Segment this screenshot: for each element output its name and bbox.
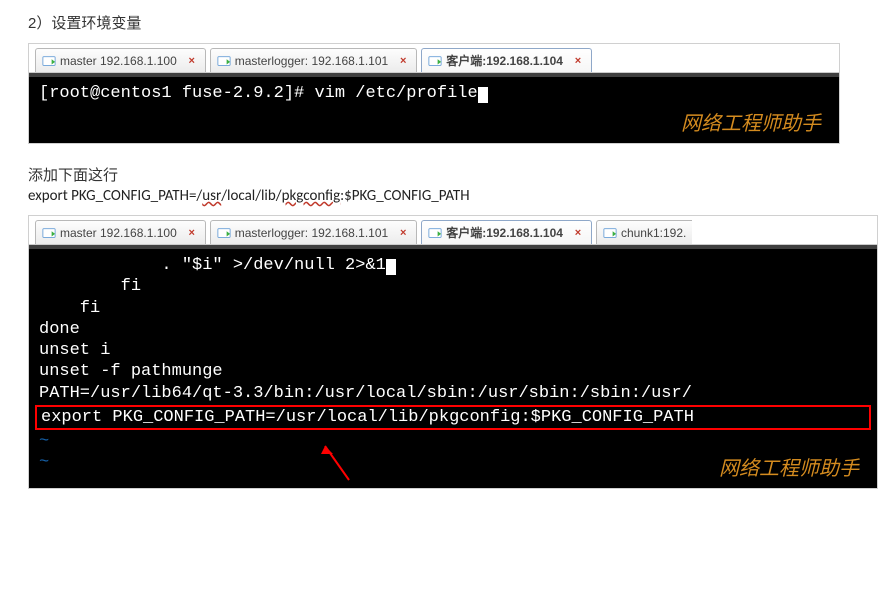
tab-label: 客户端:192.168.1.104: [446, 224, 563, 241]
code-seg: :$PKG_CONFIG_PATH: [340, 187, 469, 205]
terminal-icon: [217, 54, 231, 68]
code-seg: export PKG_CONFIG_PATH=/: [28, 187, 202, 205]
tab-label: master 192.168.1.100: [60, 226, 177, 240]
terminal-line-highlighted: export PKG_CONFIG_PATH=/usr/local/lib/pk…: [41, 407, 865, 428]
terminal-line: unset i: [39, 340, 867, 361]
tab-label: 客户端:192.168.1.104: [446, 52, 563, 69]
terminal-icon: [428, 226, 442, 240]
tab-chunk1[interactable]: chunk1:192.: [596, 220, 692, 244]
code-seg: /local/lib/: [221, 187, 281, 205]
close-icon[interactable]: ×: [185, 54, 199, 68]
terminal-icon: [428, 54, 442, 68]
highlight-annotation: export PKG_CONFIG_PATH=/usr/local/lib/pk…: [35, 405, 871, 430]
watermark-text: 网络工程师助手: [681, 112, 821, 137]
shell-prompt-text: [root@centos1 fuse-2.9.2]# vim /etc/prof…: [39, 84, 478, 103]
tab-label: chunk1:192.: [621, 226, 686, 240]
tab-label: master 192.168.1.100: [60, 54, 177, 68]
tab-client-active[interactable]: 客户端:192.168.1.104 ×: [421, 220, 592, 244]
tab-master[interactable]: master 192.168.1.100 ×: [35, 48, 206, 72]
instruction-text: 添加下面这行: [28, 164, 860, 185]
terminal-icon: [42, 226, 56, 240]
terminal-window-2: master 192.168.1.100 × masterlogger: 192…: [28, 215, 878, 489]
section-heading-1: 2）设置环境变量: [28, 12, 860, 33]
tab-masterlogger[interactable]: masterlogger: 192.168.1.101 ×: [210, 48, 417, 72]
tab-master[interactable]: master 192.168.1.100 ×: [35, 220, 206, 244]
tab-bar: master 192.168.1.100 × masterlogger: 192…: [29, 216, 877, 245]
export-line-text: export PKG_CONFIG_PATH=/usr/local/lib/pk…: [28, 187, 860, 205]
terminal-line: fi: [39, 276, 867, 297]
tab-client-active[interactable]: 客户端:192.168.1.104 ×: [421, 48, 592, 72]
terminal-output: . "$i" >/dev/null 2>&1 fi fi done unset …: [29, 245, 877, 488]
cursor: [386, 259, 396, 275]
close-icon[interactable]: ×: [571, 54, 585, 68]
terminal-line: unset -f pathmunge: [39, 361, 867, 382]
terminal-line: done: [39, 319, 867, 340]
tab-masterlogger[interactable]: masterlogger: 192.168.1.101 ×: [210, 220, 417, 244]
close-icon[interactable]: ×: [396, 54, 410, 68]
terminal-icon: [603, 226, 617, 240]
code-seg-u: usr: [202, 187, 221, 205]
terminal-output: [root@centos1 fuse-2.9.2]# vim /etc/prof…: [29, 73, 839, 143]
terminal-window-1: master 192.168.1.100 × masterlogger: 192…: [28, 43, 840, 144]
cursor: [478, 87, 488, 103]
close-icon[interactable]: ×: [571, 226, 585, 240]
tab-label: masterlogger: 192.168.1.101: [235, 226, 388, 240]
arrow-annotation-icon: [309, 442, 369, 482]
terminal-line: . "$i" >/dev/null 2>&1: [39, 255, 867, 276]
terminal-icon: [217, 226, 231, 240]
terminal-line: [root@centos1 fuse-2.9.2]# vim /etc/prof…: [39, 83, 829, 104]
line-text: . "$i" >/dev/null 2>&1: [39, 256, 386, 275]
tab-label: masterlogger: 192.168.1.101: [235, 54, 388, 68]
terminal-line: fi: [39, 298, 867, 319]
close-icon[interactable]: ×: [396, 226, 410, 240]
tab-bar: master 192.168.1.100 × masterlogger: 192…: [29, 44, 839, 73]
watermark-text: 网络工程师助手: [719, 457, 859, 482]
terminal-icon: [42, 54, 56, 68]
close-icon[interactable]: ×: [185, 226, 199, 240]
code-seg-u: pkgconfig: [282, 187, 341, 205]
terminal-line: PATH=/usr/lib64/qt-3.3/bin:/usr/local/sb…: [39, 383, 867, 404]
vim-tilde-line: ~: [39, 431, 867, 452]
